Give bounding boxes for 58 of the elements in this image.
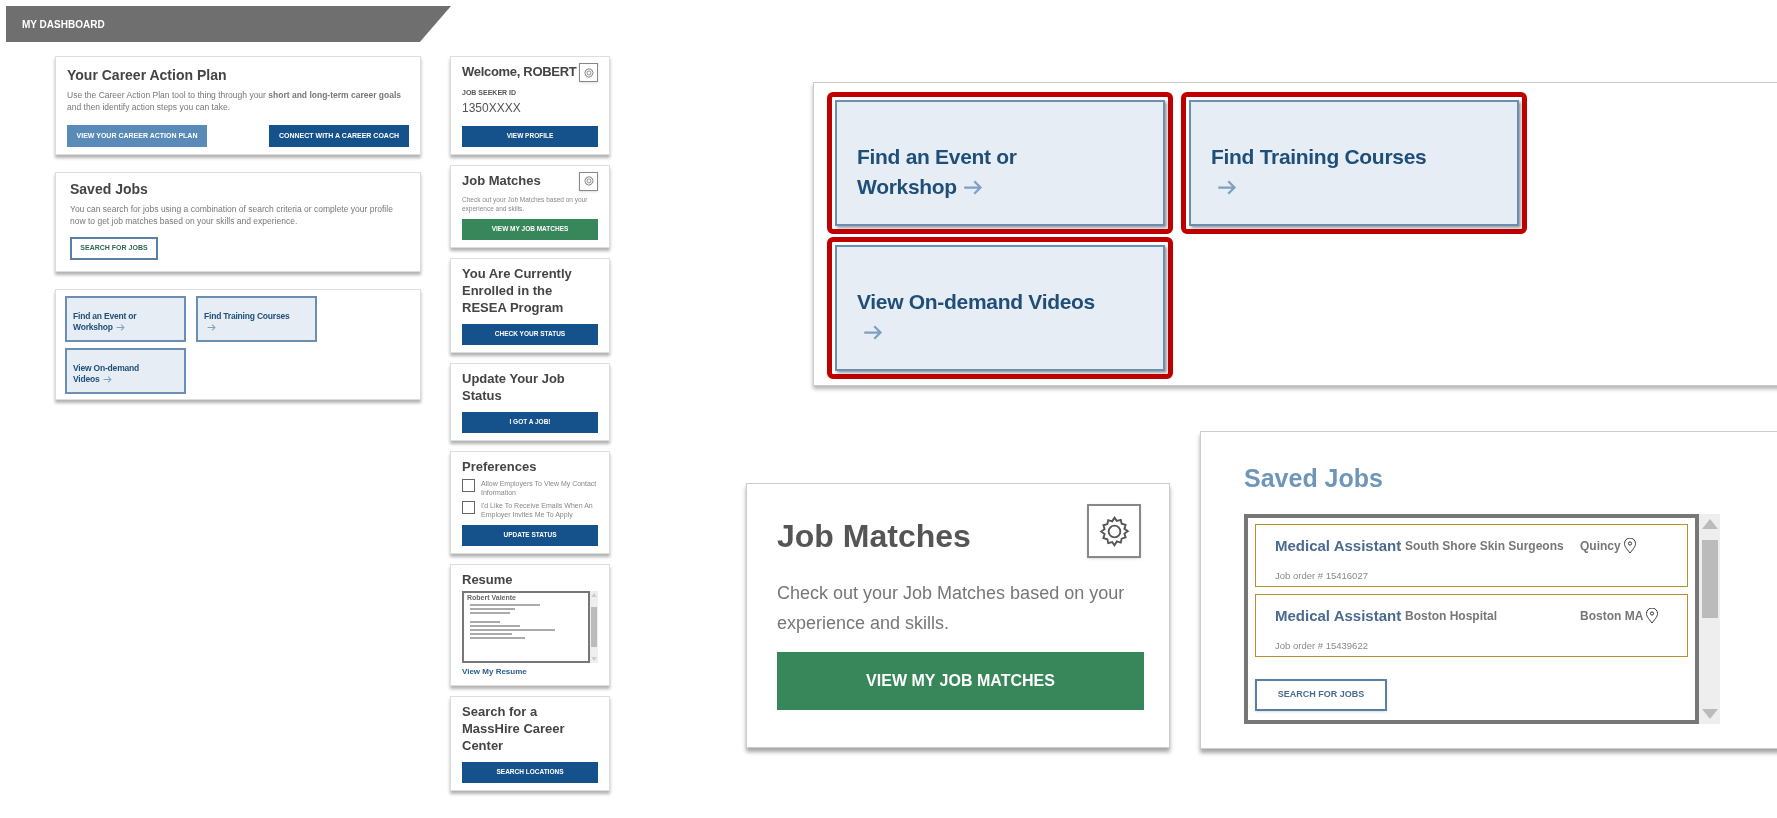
arrow-icon: [962, 180, 983, 195]
card-description: You can search for jobs using a combination of search criteria or complete your profile now to get job matches based on your skills and experience.: [70, 203, 394, 227]
scrollbar[interactable]: [590, 590, 598, 663]
settings-button[interactable]: [1087, 504, 1141, 558]
job-row[interactable]: Medical Assistant South Shore Skin Surgeons Quincy Job order # 15416027: [1255, 523, 1688, 587]
job-seeker-id: 1350XXXX: [462, 99, 522, 117]
settings-button[interactable]: [579, 63, 598, 82]
job-order-number: Job order # 15416027: [1275, 569, 1369, 583]
company-name: Boston Hospital: [1405, 607, 1498, 625]
arrow-icon: [207, 323, 216, 331]
card-title: Job Matches: [462, 171, 541, 189]
job-title: Medical Assistant: [1275, 605, 1403, 626]
settings-button[interactable]: [579, 171, 598, 191]
resource-tile[interactable]: View On-demand Videos: [65, 348, 186, 394]
scroll-down-icon[interactable]: [591, 656, 598, 661]
arrow-icon: [1217, 180, 1237, 195]
card-title: Preferences: [462, 457, 538, 475]
job-title: Medical Assistant: [1275, 535, 1403, 556]
card-title: Saved Jobs: [70, 180, 149, 199]
search-jobs-button[interactable]: SEARCH FOR JOBS: [1255, 678, 1387, 711]
job-location: Quincy: [1580, 537, 1621, 555]
scroll-up-icon[interactable]: [591, 592, 598, 597]
card-title: You Are Currently Enrolled in the RESEA Program: [462, 264, 573, 316]
card-title: Welcome, ROBERT: [462, 63, 577, 80]
scrollbar-thumb[interactable]: [1701, 539, 1718, 618]
map-pin-icon: [1645, 607, 1660, 624]
resume-link[interactable]: View My Resume: [462, 665, 598, 678]
settings-icon: [582, 175, 595, 187]
resource-tile[interactable]: Find Training Courses: [1189, 100, 1519, 226]
scroll-up-icon[interactable]: [1701, 518, 1718, 529]
card-title: Job Matches: [777, 517, 971, 556]
scrollbar-thumb[interactable]: [591, 606, 598, 647]
checkbox[interactable]: [462, 478, 475, 492]
resource-tile[interactable]: Find Training Courses: [196, 296, 317, 342]
card-title: Search for a MassHire Career Center: [462, 702, 566, 754]
resource-tile[interactable]: Find an Event or Workshop: [65, 296, 186, 342]
settings-icon: [582, 66, 595, 79]
resource-tile[interactable]: Find an Event or Workshop: [835, 100, 1165, 226]
action-button[interactable]: VIEW MY JOB MATCHES: [777, 652, 1144, 710]
scroll-down-icon[interactable]: [1701, 708, 1718, 719]
resource-tile[interactable]: View On-demand Videos: [835, 245, 1165, 371]
job-row[interactable]: Medical Assistant Boston Hospital Boston MA Job order # 15439622: [1255, 593, 1688, 657]
arrow-icon: [115, 323, 125, 331]
scrollbar[interactable]: [1699, 513, 1720, 724]
job-order-number: Job order # 15439622: [1275, 639, 1369, 653]
card-description: Use the Career Action Plan tool to thing through your short and long-term career goals and then identify action steps you can take.: [67, 89, 403, 113]
card-description: Check out your Job Matches based on your experience and skills.: [777, 582, 1126, 635]
card-title: Your Career Action Plan: [67, 66, 228, 85]
card-title: Update Your Job Status: [462, 369, 566, 404]
checkbox[interactable]: [462, 500, 475, 514]
job-location: Boston MA: [1580, 607, 1644, 625]
arrow-icon: [102, 375, 112, 383]
card-title: Saved Jobs: [1244, 463, 1384, 494]
arrow-icon: [863, 325, 883, 340]
company-name: South Shore Skin Surgeons: [1405, 537, 1565, 555]
card-title: Resume: [462, 570, 514, 588]
page-title: MY DASHBOARD: [22, 17, 105, 32]
map-pin-icon: [1622, 537, 1637, 554]
